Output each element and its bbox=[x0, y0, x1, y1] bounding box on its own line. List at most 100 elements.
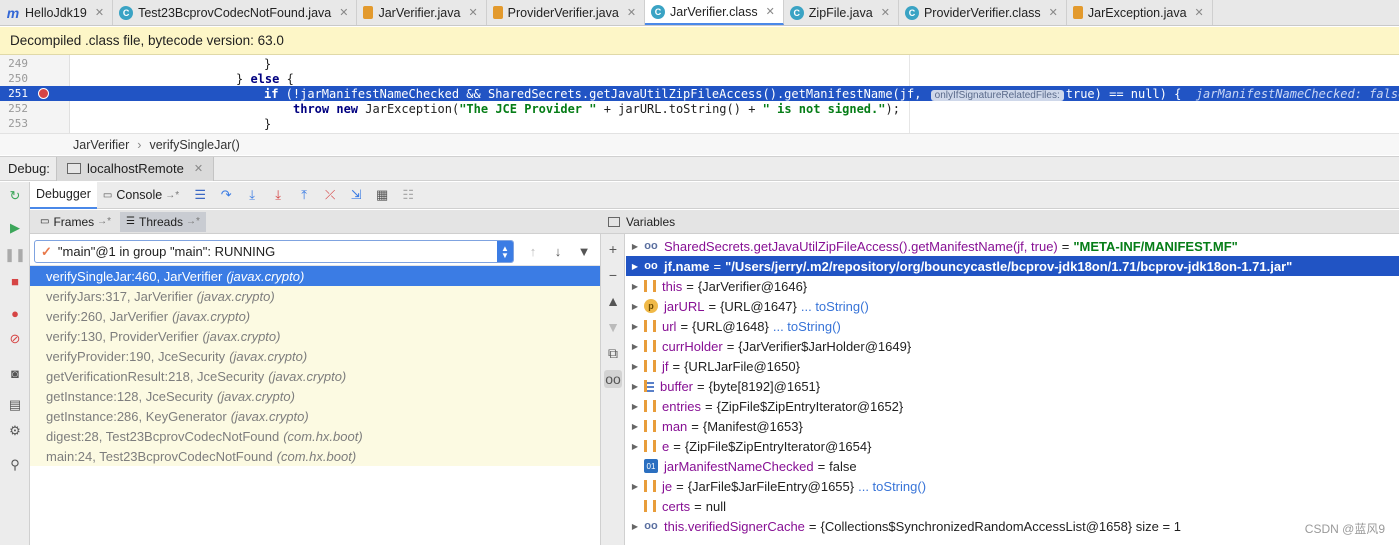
expand-arrow-icon[interactable]: ▶ bbox=[626, 382, 644, 391]
step-into-icon[interactable]: ⤓ bbox=[241, 184, 263, 206]
code-editor[interactable]: 249 } 250 } else { 251 if (!jarManifestN… bbox=[0, 55, 1399, 133]
frame-row[interactable]: verifyJars:317, JarVerifier (javax.crypto… bbox=[30, 286, 600, 306]
copy-icon[interactable]: ⧉ bbox=[604, 344, 622, 362]
close-icon[interactable]: ✕ bbox=[1195, 6, 1204, 19]
remove-icon[interactable]: − bbox=[604, 266, 622, 284]
mute-breakpoints-icon[interactable]: ⊘ bbox=[6, 330, 24, 348]
step-out-icon[interactable]: ⤒ bbox=[293, 184, 315, 206]
code-line-251-current[interactable]: 251 if (!jarManifestNameChecked && Share… bbox=[0, 86, 1399, 101]
camera-icon[interactable]: ◙ bbox=[6, 364, 24, 382]
tab-4[interactable]: C JarVerifier.class ✕ bbox=[645, 0, 784, 25]
layout-icon[interactable]: ▤ bbox=[6, 396, 24, 414]
variable-row[interactable]: ▶ entries = {ZipFile$ZipEntryIterator@1652} bbox=[626, 396, 1399, 416]
tab-3[interactable]: ProviderVerifier.java ✕ bbox=[487, 0, 646, 25]
pause-icon[interactable]: ❚❚ bbox=[4, 246, 26, 264]
expand-arrow-icon[interactable]: ▶ bbox=[626, 342, 644, 351]
variable-row[interactable]: ▶ this = {JarVerifier@1646} bbox=[626, 276, 1399, 296]
tab-0[interactable]: m HelloJdk19 ✕ bbox=[0, 0, 114, 25]
code-line-252[interactable]: 252 throw new JarException("The JCE Prov… bbox=[0, 101, 1399, 116]
variable-row[interactable]: ▶ man = {Manifest@1653} bbox=[626, 416, 1399, 436]
close-icon[interactable]: ✕ bbox=[1049, 6, 1058, 19]
expand-arrow-icon[interactable]: ▶ bbox=[626, 522, 644, 531]
frame-row[interactable]: main:24, Test23BcprovCodecNotFound (com.h… bbox=[30, 446, 600, 466]
variable-row[interactable]: certs = null bbox=[626, 496, 1399, 516]
tab-console[interactable]: ▭ Console →* bbox=[97, 182, 185, 208]
tab-2[interactable]: JarVerifier.java ✕ bbox=[357, 0, 487, 25]
variable-row[interactable]: ▶ oo this.verifiedSignerCache = {Collections… bbox=[626, 516, 1399, 536]
chevron-updown-icon[interactable]: ▲ ▼ bbox=[497, 241, 513, 262]
frame-row[interactable]: verifySingleJar:460, JarVerifier (javax.c… bbox=[30, 266, 600, 286]
breadcrumb-method[interactable]: verifySingleJar() bbox=[149, 138, 239, 152]
tab-1[interactable]: C Test23BcprovCodecNotFound.java ✕ bbox=[113, 0, 358, 25]
expand-arrow-icon[interactable]: ▶ bbox=[626, 442, 644, 451]
watches-icon[interactable]: oo bbox=[604, 370, 622, 388]
variable-row[interactable]: ▶ currHolder = {JarVerifier$JarHolder@1649} bbox=[626, 336, 1399, 356]
trace-icon[interactable]: ☷ bbox=[397, 184, 419, 206]
pin-icon[interactable]: ⚲ bbox=[6, 456, 24, 474]
frame-row[interactable]: getInstance:286, KeyGenerator (javax.cryp… bbox=[30, 406, 600, 426]
variable-row[interactable]: 01 jarManifestNameChecked = false bbox=[626, 456, 1399, 476]
expand-arrow-icon[interactable]: ▶ bbox=[626, 242, 644, 251]
variable-row[interactable]: ▶ oo SharedSecrets.getJavaUtilZipFileAcces… bbox=[626, 236, 1399, 256]
expand-arrow-icon[interactable]: ▶ bbox=[626, 482, 644, 491]
close-icon[interactable]: ✕ bbox=[194, 162, 203, 175]
run-to-cursor-icon[interactable]: ⇲ bbox=[345, 184, 367, 206]
code-line-253[interactable]: 253 } bbox=[0, 116, 1399, 131]
tab-debugger[interactable]: Debugger bbox=[30, 181, 97, 209]
arrow-up-icon[interactable]: ↑ bbox=[524, 242, 542, 260]
menu-icon[interactable]: ☰ bbox=[189, 184, 211, 206]
tab-frames[interactable]: ▭ Frames →* bbox=[34, 212, 117, 232]
frame-row[interactable]: getVerificationResult:218, JceSecurity (j… bbox=[30, 366, 600, 386]
frame-row[interactable]: verify:130, ProviderVerifier (javax.crypt… bbox=[30, 326, 600, 346]
expand-arrow-icon[interactable]: ▶ bbox=[626, 302, 644, 311]
arrow-down-icon[interactable]: ↓ bbox=[549, 242, 567, 260]
gear-icon[interactable]: ⚙ bbox=[6, 422, 24, 440]
tostring-link[interactable]: ... toString() bbox=[773, 319, 841, 334]
rerun-icon[interactable]: ↻ bbox=[6, 187, 24, 205]
breadcrumb-class[interactable]: JarVerifier bbox=[73, 138, 129, 152]
tab-7[interactable]: JarException.java ✕ bbox=[1067, 0, 1213, 25]
view-breakpoints-icon[interactable]: ● bbox=[6, 304, 24, 322]
thread-dropdown[interactable]: ✓ "main"@1 in group "main": RUNNING ▲ ▼ bbox=[34, 240, 514, 263]
variable-row[interactable]: ▶ url = {URL@1648} ... toString() bbox=[626, 316, 1399, 336]
resume-icon[interactable]: ▶ bbox=[6, 219, 24, 237]
variable-row[interactable]: ▶ jf = {URLJarFile@1650} bbox=[626, 356, 1399, 376]
move-down-icon[interactable]: ▼ bbox=[604, 318, 622, 336]
move-up-icon[interactable]: ▲ bbox=[604, 292, 622, 310]
code-line-250[interactable]: 250 } else { bbox=[0, 71, 1399, 86]
session-tab[interactable]: localhostRemote ✕ bbox=[56, 156, 215, 181]
expand-arrow-icon[interactable]: ▶ bbox=[626, 402, 644, 411]
breakpoint-icon[interactable] bbox=[38, 88, 49, 99]
stop-icon[interactable]: ■ bbox=[6, 272, 24, 290]
close-icon[interactable]: ✕ bbox=[627, 6, 636, 19]
drop-frame-icon[interactable]: ⤫ bbox=[319, 184, 341, 206]
variable-row[interactable]: ▶ p jarURL = {URL@1647} ... toString() bbox=[626, 296, 1399, 316]
close-icon[interactable]: ✕ bbox=[339, 6, 348, 19]
expand-arrow-icon[interactable]: ▶ bbox=[626, 282, 644, 291]
expand-arrow-icon[interactable]: ▶ bbox=[626, 322, 644, 331]
frame-row[interactable]: verifyProvider:190, JceSecurity (javax.cr… bbox=[30, 346, 600, 366]
frame-row[interactable]: digest:28, Test23BcprovCodecNotFound (com… bbox=[30, 426, 600, 446]
expand-arrow-icon[interactable]: ▶ bbox=[626, 362, 644, 371]
variable-row[interactable]: ▶ e = {ZipFile$ZipEntryIterator@1654} bbox=[626, 436, 1399, 456]
variable-row[interactable]: ▶ je = {JarFile$JarFileEntry@1655}... toStr… bbox=[626, 476, 1399, 496]
close-icon[interactable]: ✕ bbox=[468, 6, 477, 19]
variable-row[interactable]: ▶ buffer = {byte[8192]@1651} bbox=[626, 376, 1399, 396]
frame-row[interactable]: verify:260, JarVerifier (javax.crypto) bbox=[30, 306, 600, 326]
tostring-link[interactable]: ... toString() bbox=[858, 479, 926, 494]
expand-arrow-icon[interactable]: ▶ bbox=[626, 262, 644, 271]
evaluate-expression-icon[interactable]: ▦ bbox=[371, 184, 393, 206]
step-over-icon[interactable]: ↷ bbox=[215, 184, 237, 206]
tab-5[interactable]: C ZipFile.java ✕ bbox=[784, 0, 899, 25]
frame-row[interactable]: getInstance:128, JceSecurity (javax.crypt… bbox=[30, 386, 600, 406]
close-icon[interactable]: ✕ bbox=[95, 6, 104, 19]
close-icon[interactable]: ✕ bbox=[766, 5, 775, 18]
filter-icon[interactable]: ▼ bbox=[575, 242, 593, 260]
tab-threads[interactable]: ☰ Threads →* bbox=[120, 211, 206, 232]
tostring-link[interactable]: ... toString() bbox=[801, 299, 869, 314]
close-icon[interactable]: ✕ bbox=[881, 6, 890, 19]
tab-6[interactable]: C ProviderVerifier.class ✕ bbox=[899, 0, 1067, 25]
variable-row[interactable]: ▶ oo jf.name = "/Users/jerry/.m2/repository/… bbox=[626, 256, 1399, 276]
expand-arrow-icon[interactable]: ▶ bbox=[626, 422, 644, 431]
code-line-249[interactable]: 249 } bbox=[0, 56, 1399, 71]
